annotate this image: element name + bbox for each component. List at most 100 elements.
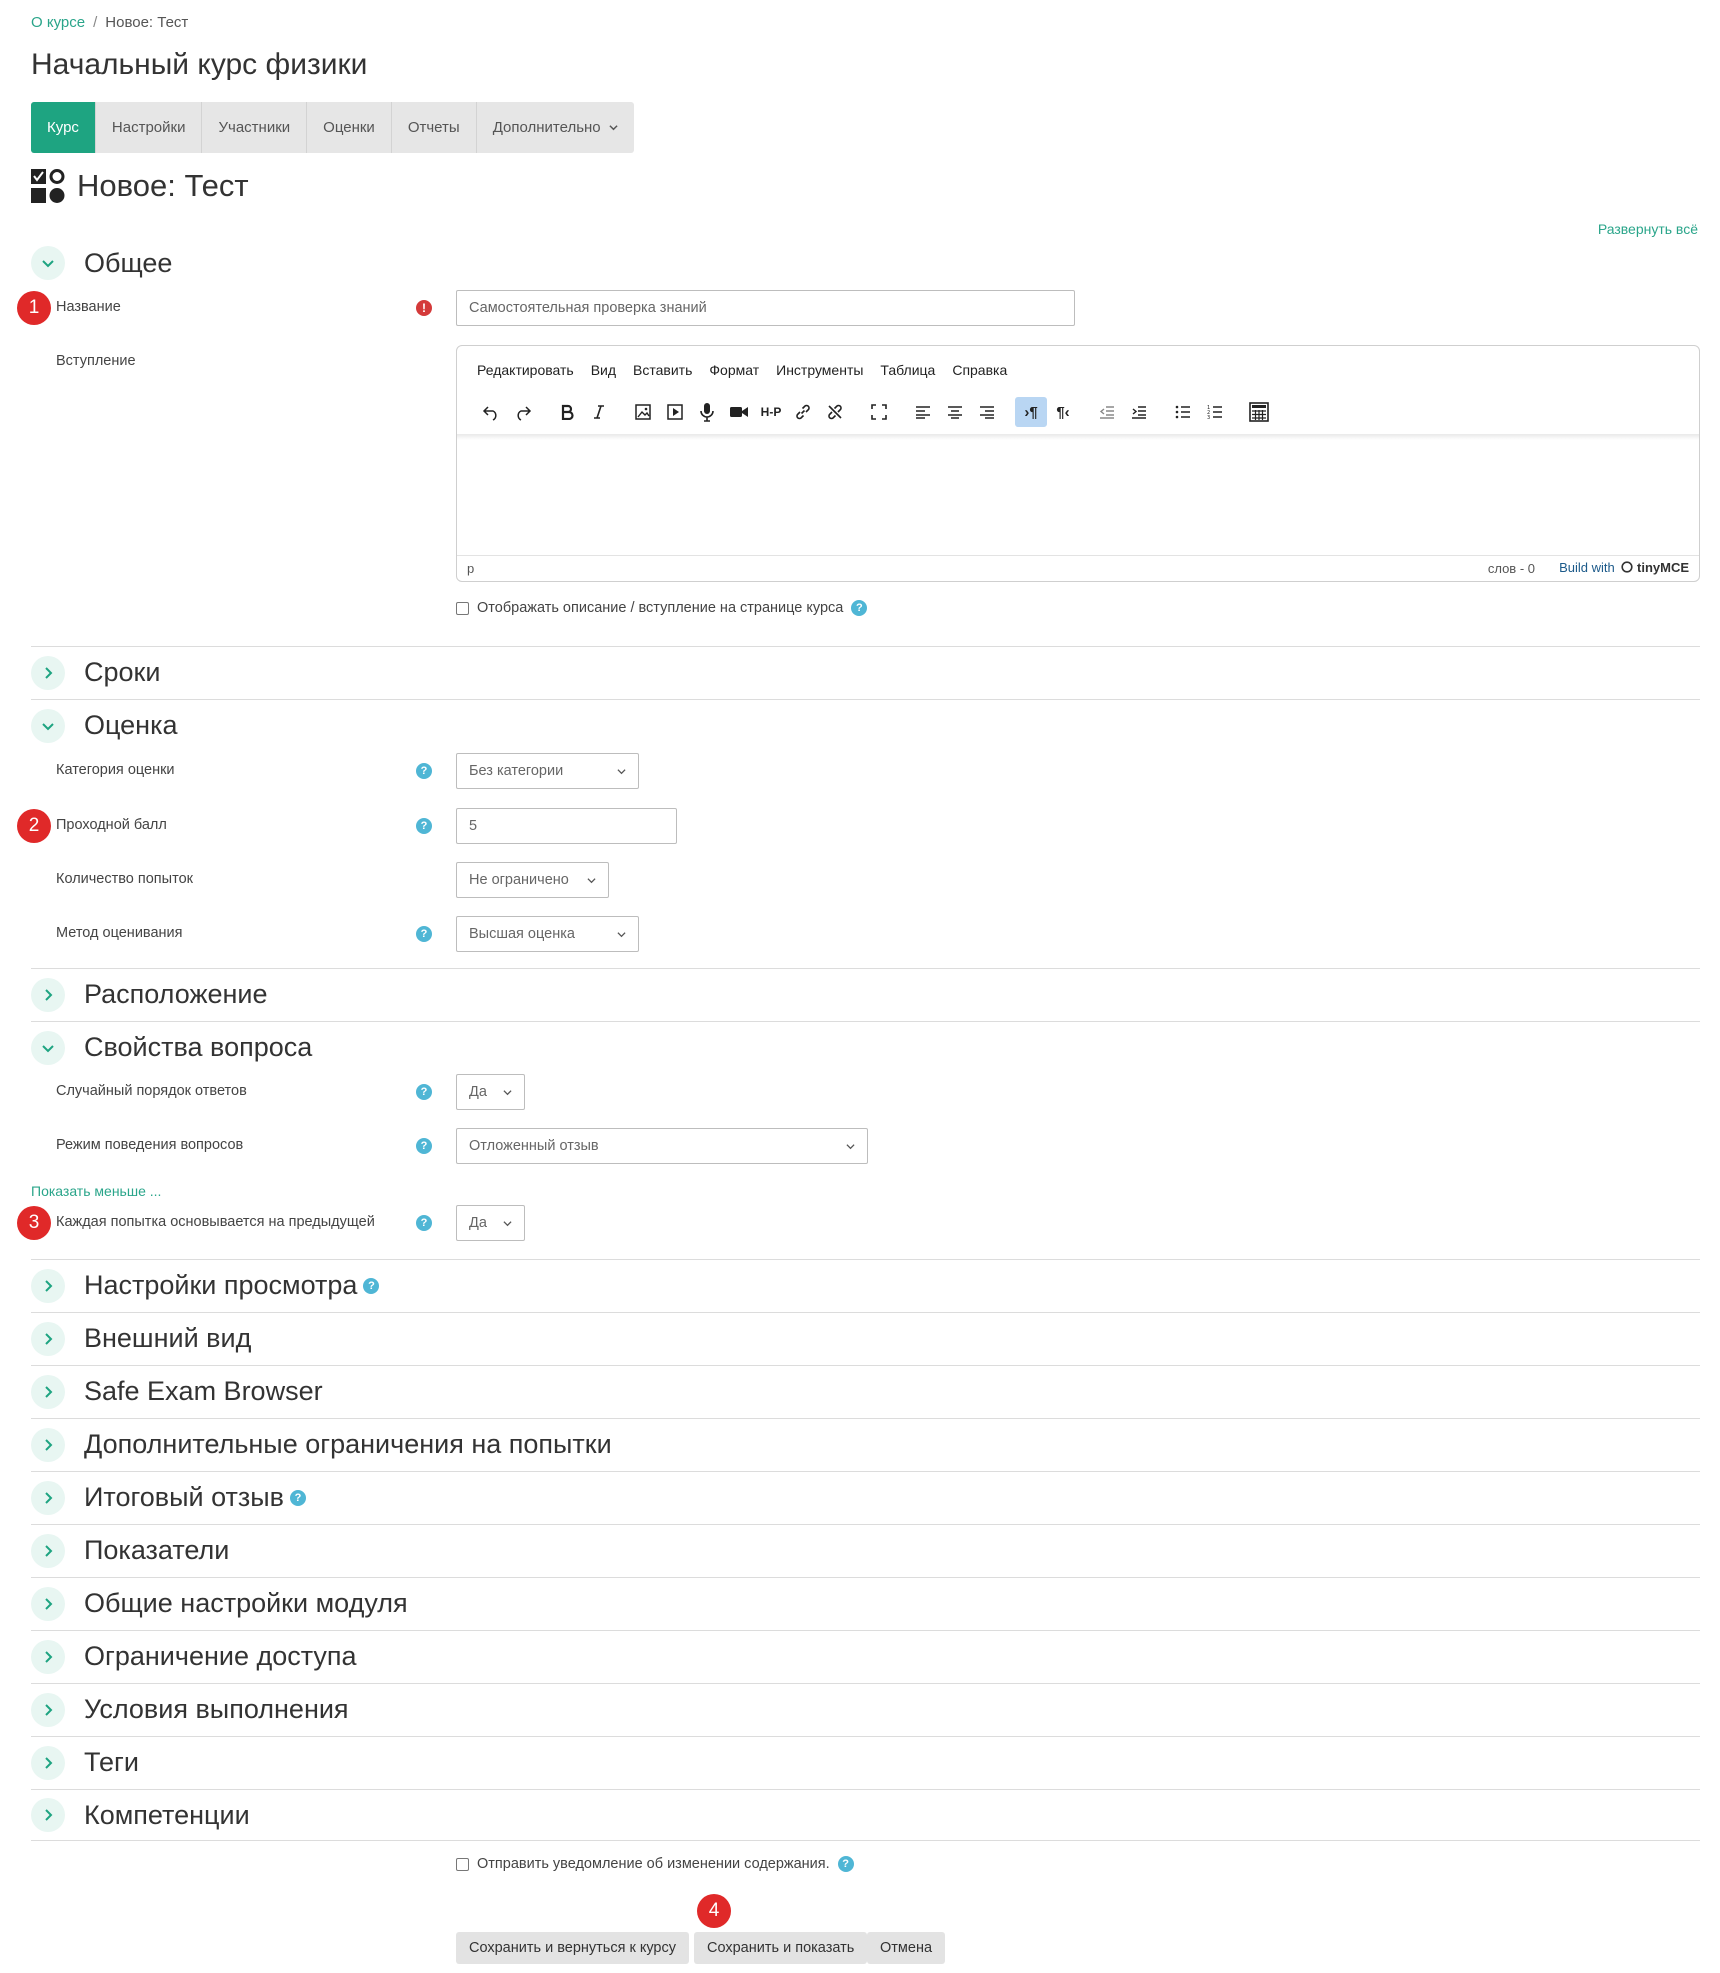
cancel-button[interactable]: Отмена [867, 1932, 946, 1964]
tab-participants[interactable]: Участники [202, 102, 308, 153]
help-icon[interactable]: ? [416, 1084, 432, 1100]
section-title-completion-conditions: Условия выполнения [84, 1694, 349, 1724]
menu-help[interactable]: Справка [952, 362, 1007, 378]
chevron-down-icon [42, 722, 54, 730]
grading-method-select[interactable]: Высшая оценка [456, 916, 639, 952]
intro-editor: Редактировать Вид Вставить Формат Инстру… [456, 345, 1700, 582]
notify-checkbox[interactable] [456, 1857, 469, 1871]
bullet-list-icon[interactable] [1167, 397, 1199, 427]
tab-reports[interactable]: Отчеты [392, 102, 477, 153]
h5p-icon[interactable]: H-P [755, 397, 787, 427]
link-icon[interactable] [787, 397, 819, 427]
fullscreen-icon[interactable] [863, 397, 895, 427]
section-toggle-access-restrictions[interactable] [31, 1639, 65, 1674]
save-and-display-button[interactable]: Сохранить и показать [694, 1932, 868, 1964]
section-toggle-grading-metrics[interactable] [31, 1533, 65, 1568]
menu-format[interactable]: Формат [709, 362, 759, 378]
help-icon[interactable]: ? [416, 818, 432, 834]
chevron-right-icon [45, 1438, 53, 1451]
intro-label: Вступление [56, 353, 136, 369]
section-toggle-review-options[interactable] [31, 1268, 65, 1303]
editor-path[interactable]: p [467, 561, 474, 576]
section-title-competencies: Компетенции [84, 1799, 250, 1830]
help-icon[interactable]: ? [363, 1277, 380, 1294]
notify-row: Отправить уведомление об изменении содер… [456, 1856, 854, 1872]
section-question-behaviour: Свойства вопроса [31, 1021, 1700, 1073]
name-input[interactable]: Самостоятельная проверка знаний [456, 290, 1075, 326]
tinymce-brand-link[interactable]: Build with tinyMCE [1559, 560, 1689, 575]
italic-icon[interactable] [583, 397, 615, 427]
section-title-grading-metrics: Показатели [84, 1535, 230, 1565]
section-title-extra-restrictions: Дополнительные ограничения на попытки [84, 1429, 612, 1459]
show-desc-checkbox[interactable] [456, 601, 469, 615]
marker-2: 2 [17, 809, 51, 843]
tab-more[interactable]: Дополнительно [477, 102, 634, 153]
section-toggle-timing[interactable] [31, 655, 65, 690]
numbered-list-icon[interactable]: 123 [1199, 397, 1231, 427]
tab-settings[interactable]: Настройки [96, 102, 203, 153]
save-and-return-button[interactable]: Сохранить и вернуться к курсу [456, 1932, 689, 1964]
menu-insert[interactable]: Вставить [633, 362, 692, 378]
expand-all-link[interactable]: Развернуть всё [1598, 221, 1698, 237]
section-toggle-tags[interactable] [31, 1745, 65, 1780]
section-toggle-question-behaviour[interactable] [31, 1030, 65, 1065]
section-toggle-common-module-settings[interactable] [31, 1586, 65, 1621]
menu-edit[interactable]: Редактировать [477, 362, 574, 378]
image-icon[interactable] [627, 397, 659, 427]
help-icon[interactable]: ? [416, 1138, 432, 1154]
tab-grades[interactable]: Оценки [307, 102, 392, 153]
show-less-link[interactable]: Показать меньше ... [31, 1183, 161, 1199]
help-icon[interactable]: ? [416, 763, 432, 779]
video-camera-icon[interactable] [723, 397, 755, 427]
calculator-icon[interactable] [1243, 397, 1275, 427]
editor-word-count[interactable]: слов - 0 [1488, 561, 1535, 576]
shuffle-select[interactable]: Да [456, 1074, 525, 1110]
microphone-icon[interactable] [691, 397, 723, 427]
section-toggle-appearance[interactable] [31, 1321, 65, 1356]
behaviour-mode-select[interactable]: Отложенный отзыв [456, 1128, 868, 1164]
marker-4: 4 [697, 1894, 731, 1928]
chevron-right-icon [45, 1703, 53, 1716]
brand-prefix: Build with [1559, 560, 1615, 575]
align-right-icon[interactable] [971, 397, 1003, 427]
section-toggle-grade[interactable] [31, 708, 65, 743]
align-left-icon[interactable] [907, 397, 939, 427]
help-icon[interactable]: ? [851, 600, 868, 616]
ltr-direction-icon[interactable]: ›¶ [1015, 397, 1047, 427]
section-toggle-layout[interactable] [31, 977, 65, 1012]
unlink-icon[interactable] [819, 397, 851, 427]
pass-grade-input[interactable]: 5 [456, 808, 677, 844]
section-toggle-completion-conditions[interactable] [31, 1692, 65, 1727]
help-icon[interactable]: ? [416, 926, 432, 942]
attempts-select[interactable]: Не ограничено [456, 862, 609, 898]
chevron-right-icon [45, 1332, 53, 1345]
help-icon[interactable]: ? [837, 1856, 854, 1872]
media-icon[interactable] [659, 397, 691, 427]
chevron-down-icon [846, 1143, 855, 1149]
outdent-icon[interactable] [1091, 397, 1123, 427]
section-title-timing: Сроки [84, 657, 161, 687]
grade-category-select[interactable]: Без категории [456, 753, 639, 789]
menu-table[interactable]: Таблица [880, 362, 935, 378]
section-toggle-competencies[interactable] [31, 1798, 65, 1832]
marker-3: 3 [17, 1206, 51, 1240]
section-toggle-overall-feedback[interactable] [31, 1480, 65, 1515]
menu-tools[interactable]: Инструменты [776, 362, 863, 378]
chevron-right-icon [45, 1385, 53, 1398]
bold-icon[interactable] [551, 397, 583, 427]
rtl-direction-icon[interactable]: ¶‹ [1047, 397, 1079, 427]
indent-icon[interactable] [1123, 397, 1155, 427]
breadcrumb-course-link[interactable]: О курсе [31, 14, 85, 31]
undo-icon[interactable] [475, 397, 507, 427]
redo-icon[interactable] [507, 397, 539, 427]
section-toggle-general[interactable] [31, 246, 65, 280]
menu-view[interactable]: Вид [591, 362, 616, 378]
help-icon[interactable]: ? [416, 1215, 432, 1231]
tab-course[interactable]: Курс [31, 102, 96, 153]
section-toggle-safe-exam-browser[interactable] [31, 1374, 65, 1409]
section-toggle-extra-restrictions[interactable] [31, 1427, 65, 1462]
editor-statusbar: p слов - 0 Build with tinyMCE [457, 555, 1699, 581]
help-icon[interactable]: ? [290, 1489, 307, 1506]
each-attempt-select[interactable]: Да [456, 1205, 525, 1241]
align-center-icon[interactable] [939, 397, 971, 427]
